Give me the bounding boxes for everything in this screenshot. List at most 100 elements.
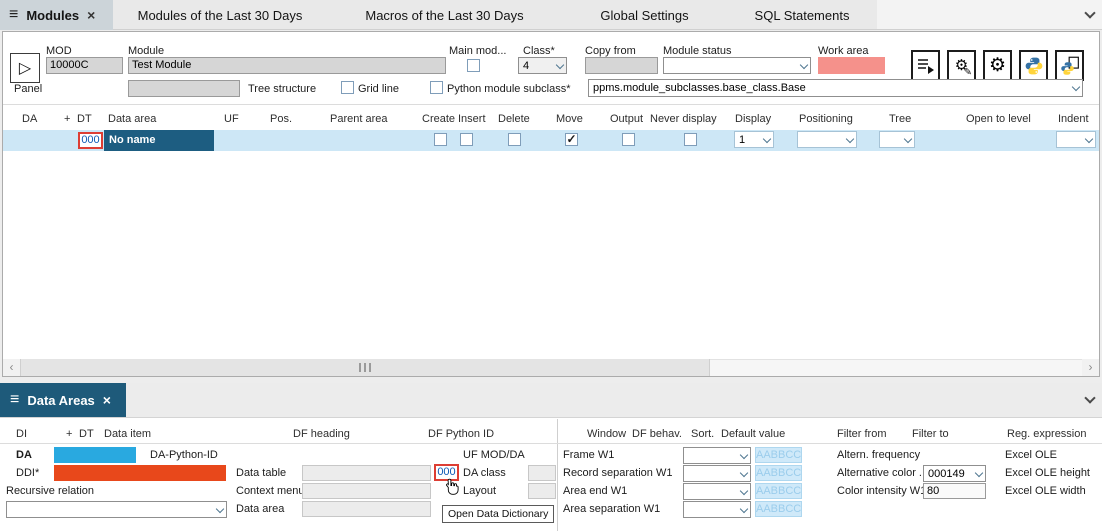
scroll-right-icon: ›	[1089, 360, 1093, 374]
chevron-down-icon[interactable]	[1086, 9, 1094, 17]
sequence-list-icon	[916, 57, 936, 75]
tab-data-areas-label: Data Areas	[27, 393, 94, 408]
tab-label: SQL Statements	[755, 8, 850, 23]
class-dropdown[interactable]: 4	[518, 57, 567, 74]
record-separation-w1-dropdown[interactable]	[683, 465, 751, 482]
alternative-color-dropdown[interactable]: 000149	[923, 465, 986, 482]
col-header-pos: Pos.	[270, 113, 292, 125]
col-header-never-display: Never display	[650, 113, 717, 125]
col-header-reg-expression: Reg. expression	[1007, 428, 1087, 440]
recursive-relation-dropdown[interactable]	[6, 501, 227, 518]
color-intensity-field[interactable]: 80	[923, 483, 986, 499]
gear-icon: ⚙	[989, 56, 1006, 75]
area-separation-w1-dropdown[interactable]	[683, 501, 751, 518]
tab-modules-last-30-days[interactable]: Modules of the Last 30 Days	[113, 0, 327, 30]
add-item-button[interactable]: +	[66, 428, 72, 440]
data-area-field[interactable]	[302, 501, 431, 517]
output-checkbox[interactable]	[622, 133, 635, 146]
work-area-label: Work area	[818, 45, 869, 57]
python-file-button[interactable]	[1055, 50, 1084, 81]
display-dropdown[interactable]: 1	[734, 131, 774, 148]
module-sequence-button[interactable]	[911, 50, 940, 81]
excel-ole-label: Excel OLE	[1005, 449, 1057, 461]
record-separation-w1-color-field[interactable]: AABBCC	[755, 465, 802, 481]
da-label: DA	[16, 449, 32, 461]
run-module-button[interactable]: ▷	[10, 53, 40, 83]
col-header-default-value: Default value	[721, 428, 785, 440]
settings-gear-button[interactable]: ⚙	[983, 50, 1012, 81]
indent-dropdown[interactable]	[1056, 131, 1096, 148]
class-value: 4	[523, 60, 529, 72]
ddi-field[interactable]	[54, 465, 226, 481]
toolbar-divider	[3, 104, 1099, 105]
frame-w1-label: Frame W1	[563, 449, 614, 461]
col-header-da: DA	[22, 113, 37, 125]
python-button[interactable]	[1019, 50, 1048, 81]
color-intensity-label: Color intensity W1	[837, 485, 926, 497]
data-table-field[interactable]	[302, 465, 431, 481]
col-header-parent-area: Parent area	[330, 113, 387, 125]
never-display-checkbox[interactable]	[684, 133, 697, 146]
da-field[interactable]	[54, 447, 136, 463]
main-mod-checkbox[interactable]	[467, 59, 480, 72]
python-subclass-dropdown[interactable]: ppms.module_subclasses.base_class.Base	[588, 79, 1083, 97]
frame-w1-dropdown[interactable]	[683, 447, 751, 464]
col-header-sort: Sort.	[691, 428, 714, 440]
tab-macros-last-30-days[interactable]: Macros of the Last 30 Days	[327, 0, 562, 30]
area-end-w1-color-field[interactable]: AABBCC	[755, 483, 802, 499]
tab-modules[interactable]: ≡ Modules ×	[0, 0, 113, 30]
module-label: Module	[128, 45, 164, 57]
area-end-w1-dropdown[interactable]	[683, 483, 751, 500]
col-header-uf: UF	[224, 113, 239, 125]
scrollbar-thumb[interactable]	[20, 359, 710, 376]
configure-gear-button[interactable]: ⚙ ✎	[947, 50, 976, 81]
panel-field[interactable]	[128, 80, 240, 97]
pencil-icon: ✎	[964, 67, 972, 78]
row-dt-cell[interactable]: 000	[78, 132, 103, 149]
python-subclass-value: ppms.module_subclasses.base_class.Base	[593, 82, 806, 94]
move-checkbox[interactable]: ✓	[565, 133, 578, 146]
col-header-create: Create	[422, 113, 455, 125]
work-area-field[interactable]	[818, 57, 885, 74]
tab-sql-statements[interactable]: SQL Statements	[727, 0, 877, 30]
grid-line-label: Grid line	[358, 83, 399, 95]
thumb-grip-icon	[359, 363, 361, 372]
alternative-color-value: 000149	[928, 468, 965, 480]
chevron-down-icon[interactable]	[1086, 394, 1094, 402]
uf-mod-da-label: UF MOD/DA	[463, 449, 525, 461]
delete-checkbox[interactable]	[508, 133, 521, 146]
col-header-display: Display	[735, 113, 771, 125]
grid-line-checkbox[interactable]	[341, 81, 354, 94]
context-menu-field[interactable]	[302, 483, 431, 499]
excel-ole-width-label: Excel OLE width	[1005, 485, 1086, 497]
copy-from-field[interactable]	[585, 57, 658, 74]
mod-field[interactable]: 10000C	[46, 57, 123, 74]
positioning-dropdown[interactable]	[797, 131, 857, 148]
module-field[interactable]: Test Module	[128, 57, 446, 74]
python-subclass-label: Python module subclass*	[447, 83, 571, 95]
insert-checkbox[interactable]	[460, 133, 473, 146]
close-tab-icon[interactable]: ×	[103, 393, 111, 407]
tab-global-settings[interactable]: Global Settings	[562, 0, 727, 30]
frame-w1-color-field[interactable]: AABBCC	[755, 447, 802, 463]
bottom-tab-bar: ≡ Data Areas ×	[0, 383, 1102, 417]
add-row-button[interactable]: +	[64, 113, 70, 125]
create-checkbox[interactable]	[434, 133, 447, 146]
da-class-field[interactable]	[528, 465, 556, 481]
recursive-relation-label: Recursive relation	[6, 485, 94, 497]
row-name-cell[interactable]: No name	[104, 130, 214, 151]
area-separation-w1-color-field[interactable]: AABBCC	[755, 501, 802, 517]
close-tab-icon[interactable]: ×	[87, 8, 95, 22]
tree-dropdown[interactable]	[879, 131, 915, 148]
module-status-dropdown[interactable]	[663, 57, 811, 74]
col-header-open-to-level: Open to level	[966, 113, 1031, 125]
scroll-right-button[interactable]: ›	[1082, 359, 1099, 376]
col-header-data-area: Data area	[108, 113, 156, 125]
scroll-left-button[interactable]: ‹	[3, 359, 20, 376]
layout-field[interactable]	[528, 483, 556, 499]
python-subclass-checkbox[interactable]	[430, 81, 443, 94]
menu-icon[interactable]: ≡	[10, 392, 19, 408]
tab-data-areas[interactable]: ≡ Data Areas ×	[0, 383, 126, 417]
col-header-di: DI	[16, 428, 27, 440]
menu-icon[interactable]: ≡	[9, 7, 18, 23]
